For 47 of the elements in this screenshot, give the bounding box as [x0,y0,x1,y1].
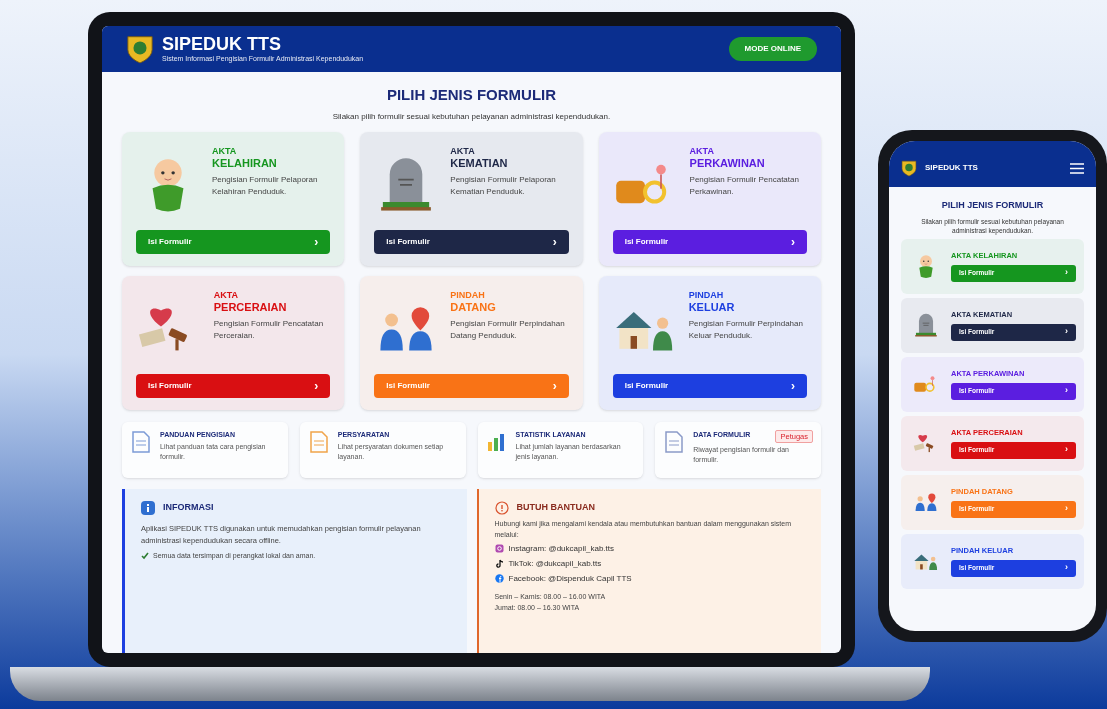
instagram-icon [494,544,504,553]
page-heading: PILIH JENIS FORMULIR [386,85,557,105]
card-kicker: PINDAH [688,289,725,301]
menu-icon[interactable] [1070,162,1084,174]
info-icon [141,500,155,515]
card-kicker: AKTA [689,145,715,157]
card-kicker: AKTA [212,145,238,157]
emblem-icon [901,158,917,178]
illustration-icon [913,312,939,338]
fill-form-button[interactable]: Isi Formulir › [136,229,331,254]
page-heading: PILIH JENIS FORMULIR [940,199,1045,212]
document-icon [130,429,152,454]
card-title: DATANG [450,300,497,314]
fill-form-button[interactable]: Isi Formulir › [136,373,331,398]
mode-badge: MODE ONLINE [728,37,817,61]
app-title: SIPEDUK TTS [162,33,282,54]
card-description: Pengisian Formulir Pelaporan Kelahiran Penduduk. [212,173,319,198]
fill-form-button[interactable]: Isi Formulir › [374,229,569,254]
card-title: KELUAR [688,300,736,314]
contact-link[interactable]: Facebook: @Dispenduk Capil TTS [508,572,632,585]
emblem-icon [126,33,154,65]
facebook-icon [494,574,504,583]
document-icon [307,429,330,454]
fill-form-button[interactable]: Isi Formulir › [612,229,807,254]
card-description: Pengisian Formulir Perpindahan Datang Penduduk. [450,317,566,342]
card-title: KEMATIAN [450,156,509,170]
card-title: KELAHIRAN [212,156,278,170]
contact-link[interactable]: Instagram: @dukcapil_kab.tts [508,542,614,555]
help-icon [494,500,509,515]
app-title: SIPEDUK TTS [925,162,978,174]
page-intro: Silakan pilih formulir sesuai kebutuhan pelayanan administrasi kependudukan. [332,110,611,123]
card-description: Pengisian Formulir Pencatatan Perceraian. [213,317,325,342]
check-icon [141,551,149,560]
card-kicker: AKTA [450,145,476,157]
card-description: Pengisian Formulir Pencatatan Perkawinan. [689,173,800,198]
card-kicker: PINDAH [450,289,486,301]
panel-title: INFORMASI [163,500,214,514]
fill-form-button[interactable]: Isi Formulir › [612,373,807,398]
card-title: PERCERAIAN [213,300,288,314]
panel-title: BUTUH BANTUAN [516,500,595,514]
card-description: Pengisian Formulir Perpindahan Keluar Penduduk. [688,317,804,342]
card-description: Pengisian Formulir Pelaporan Kematian Penduduk. [450,173,557,198]
card-title: PERKAWINAN [689,156,766,170]
card-kicker: AKTA [213,289,240,301]
contact-link[interactable]: TikTok: @dukcapil_kab.tts [508,557,602,570]
music-note-icon [494,559,504,568]
document-icon [663,429,686,454]
